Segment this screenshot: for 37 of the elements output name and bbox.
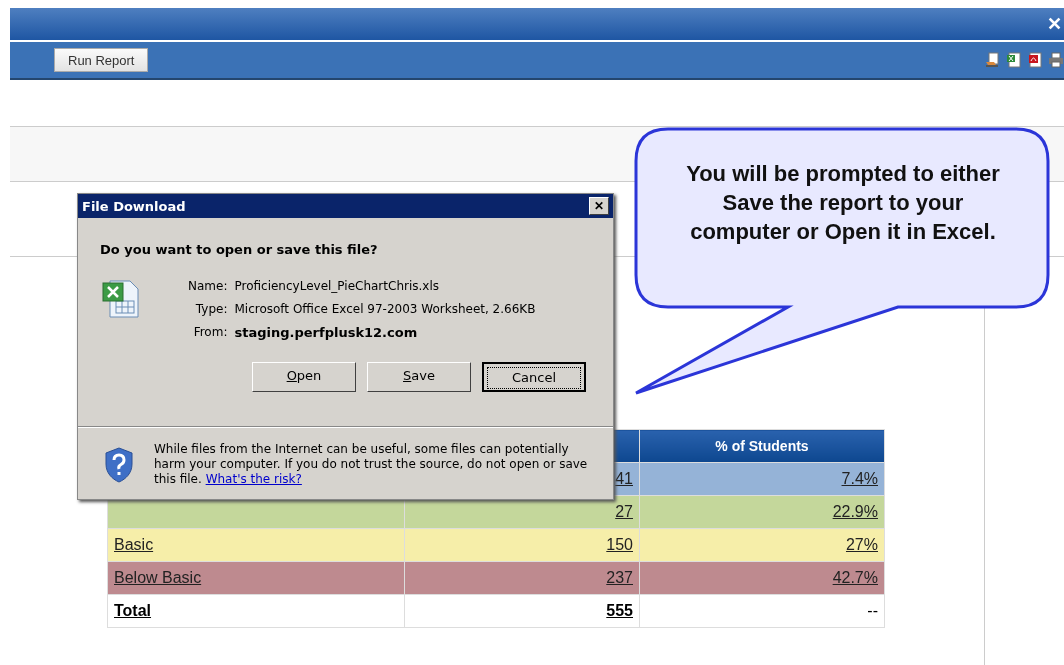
risk-link[interactable]: What's the risk? (205, 472, 302, 486)
shield-question-icon (104, 446, 134, 483)
spreadsheet-icon[interactable] (1006, 52, 1022, 68)
level-link[interactable]: Basic (114, 536, 154, 553)
spreadsheet-file-icon (102, 279, 142, 319)
percent-link[interactable]: 22.9% (832, 503, 878, 520)
percent-link[interactable]: 27% (845, 536, 878, 553)
percent-link[interactable]: 7.4% (841, 470, 878, 487)
column-header: % of Students (639, 429, 885, 463)
field-value: staging.perfplusk12.com (234, 325, 419, 340)
count-link[interactable]: 237 (606, 569, 633, 586)
dialog-button[interactable]: Open (252, 362, 356, 392)
percent-link[interactable]: 42.7% (832, 569, 878, 586)
level-link[interactable]: Below Basic (114, 569, 202, 586)
export-icon[interactable] (985, 52, 1001, 68)
field-label: From: (192, 325, 228, 340)
close-button[interactable]: ✕ (589, 197, 609, 215)
callout-text: You will be prompted to either Save the report to your computer or Open it in Excel. (685, 160, 1001, 246)
count-link[interactable]: 41 (615, 470, 633, 487)
field-label: Type: (194, 302, 228, 316)
table-cell: -- (867, 602, 878, 619)
dialog-button[interactable]: Cancel (482, 362, 586, 392)
printer-icon[interactable] (1048, 52, 1064, 68)
pdf-icon[interactable] (1027, 52, 1043, 68)
close-button[interactable]: ✕ (1047, 13, 1064, 35)
warning-text: While files from the Internet can be useful, some files can potentially harm your computer. If you do not trust the source, do not open or save this file. What's the risk? (154, 442, 589, 487)
field-value: ProficiencyLevel_PieChartChris.xls (234, 279, 440, 293)
field-value: Microsoft Office Excel 97-2003 Worksheet, 2.66KB (234, 302, 536, 316)
dialog-title: File Download (82, 198, 186, 214)
count-link[interactable]: 150 (606, 536, 633, 553)
level-link[interactable]: Total (114, 602, 152, 619)
field-label: Name: (188, 279, 228, 293)
count-link[interactable]: 27 (615, 503, 633, 520)
run-report-button[interactable]: Run Report (54, 48, 149, 72)
dialog-button[interactable]: Save (367, 362, 471, 392)
dialog-question: Do you want to open or save this file? (100, 242, 379, 257)
count-link[interactable]: 555 (606, 602, 633, 619)
